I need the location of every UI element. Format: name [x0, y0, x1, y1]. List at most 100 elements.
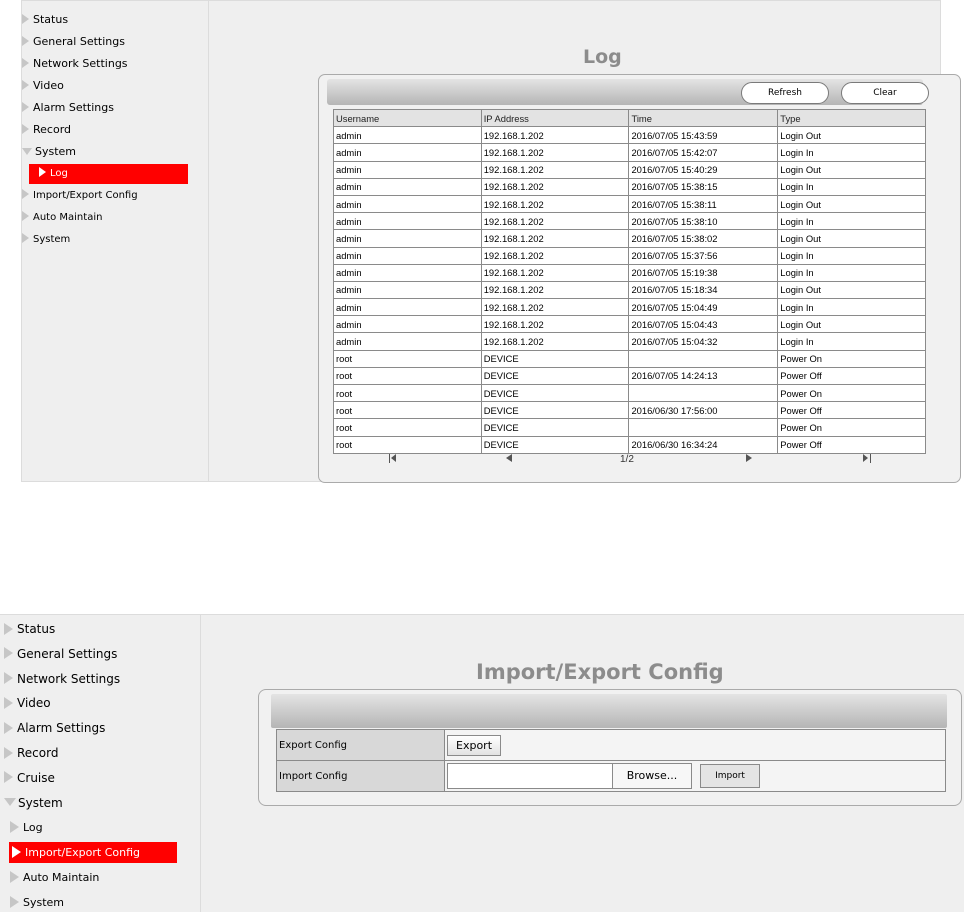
type-cell: Power Off: [777, 401, 926, 420]
triangle-right-icon: [22, 14, 29, 24]
table-row[interactable]: admin 192.168.1.202 2016/07/05 15:38:15 Log…: [333, 177, 926, 196]
table-row[interactable]: root DEVICE Power On: [333, 349, 926, 368]
sidebar-item-network-settings[interactable]: Network Settings: [4, 669, 120, 690]
table-row[interactable]: admin 192.168.1.202 2016/07/05 15:38:02 Log…: [333, 229, 926, 248]
username-cell: admin: [333, 229, 482, 248]
sidebar-item-label: Import/Export Config: [25, 846, 141, 860]
type-cell: Login Out: [777, 229, 926, 248]
username-cell: admin: [333, 315, 482, 334]
sidebar-item-status[interactable]: Status: [4, 619, 55, 640]
table-row[interactable]: root DEVICE 2016/06/30 17:56:00 Power Off: [333, 401, 926, 420]
sidebar-item-auto-maintain[interactable]: Auto Maintain: [22, 208, 102, 228]
table-row[interactable]: admin 192.168.1.202 2016/07/05 15:04:49 Log…: [333, 298, 926, 317]
sidebar-item-label: Video: [17, 696, 51, 711]
sidebar-item-system[interactable]: System: [22, 230, 70, 250]
type-cell: Power On: [777, 383, 926, 403]
ip-address-cell: DEVICE: [480, 435, 630, 454]
first-page-icon[interactable]: [389, 454, 397, 466]
sidebar-item-import-export-config[interactable]: Import/Export Config: [9, 842, 177, 864]
username-cell: admin: [333, 332, 482, 351]
sidebar-item-network-settings[interactable]: Network Settings: [22, 54, 128, 74]
import-button[interactable]: Import: [700, 764, 760, 788]
table-row[interactable]: admin 192.168.1.202 2016/07/05 15:38:11 Log…: [333, 194, 926, 214]
sidebar-item-record[interactable]: Record: [22, 120, 71, 140]
column-header-ip-address[interactable]: IP Address: [480, 108, 630, 128]
time-cell: [628, 383, 779, 403]
column-header-type[interactable]: Type: [777, 108, 926, 128]
page-title: Log: [583, 46, 622, 68]
username-cell: root: [333, 349, 482, 368]
table-row[interactable]: root DEVICE Power On: [333, 383, 926, 403]
sidebar-item-label: Record: [17, 746, 59, 760]
table-row[interactable]: admin 192.168.1.202 2016/07/05 15:43:59 Log…: [333, 126, 926, 145]
type-cell: Login Out: [777, 160, 926, 179]
ip-address-cell: 192.168.1.202: [480, 194, 630, 214]
export-button[interactable]: Export: [447, 734, 502, 756]
sidebar-item-alarm-settings[interactable]: Alarm Settings: [22, 98, 114, 118]
username-cell: root: [333, 366, 482, 386]
table-row[interactable]: root DEVICE 2016/07/05 14:24:13 Power Off: [333, 366, 926, 386]
sidebar-item-status[interactable]: Status: [22, 10, 68, 30]
type-cell: Login In: [777, 212, 926, 231]
ip-address-cell: 192.168.1.202: [480, 160, 630, 179]
sidebar-item-auto-maintain[interactable]: Auto Maintain: [10, 867, 99, 888]
triangle-right-icon: [10, 821, 19, 834]
type-cell: Login In: [777, 332, 926, 351]
log-toolbar: Refresh Clear: [327, 79, 929, 105]
sidebar-item-record[interactable]: Record: [4, 743, 58, 764]
sidebar-item-general-settings[interactable]: General Settings: [22, 32, 125, 52]
triangle-right-icon: [4, 771, 13, 784]
table-row[interactable]: admin 192.168.1.202 2016/07/05 15:42:07 Log…: [333, 143, 926, 162]
table-row[interactable]: root DEVICE 2016/06/30 16:34:24 Power Off: [333, 435, 926, 454]
clear-button[interactable]: Clear: [841, 82, 929, 104]
username-cell: root: [333, 418, 482, 437]
username-cell: admin: [333, 298, 482, 317]
type-cell: Power Off: [777, 435, 926, 454]
sidebar-item-general-settings[interactable]: General Settings: [4, 644, 117, 665]
triangle-right-icon: [4, 696, 13, 709]
sidebar-item-log[interactable]: Log: [10, 817, 43, 838]
type-cell: Login In: [777, 177, 926, 196]
time-cell: 2016/07/05 15:40:29: [628, 160, 779, 179]
browse-button[interactable]: Browse...: [612, 763, 692, 789]
sidebar-item-label: Auto Maintain: [23, 871, 100, 884]
last-page-icon[interactable]: [863, 454, 871, 466]
sidebar-item-import-export-config[interactable]: Import/Export Config: [22, 186, 138, 206]
time-cell: 2016/07/05 15:42:07: [628, 143, 779, 162]
ip-address-cell: 192.168.1.202: [480, 229, 630, 248]
type-cell: Power On: [777, 418, 926, 437]
column-header-username[interactable]: Username: [333, 108, 482, 128]
sidebar-item-system[interactable]: System: [22, 142, 76, 162]
sidebar-item-label: General Settings: [17, 646, 118, 661]
table-row[interactable]: admin 192.168.1.202 2016/07/05 15:18:34 Log…: [333, 280, 926, 300]
refresh-button[interactable]: Refresh: [741, 82, 829, 104]
type-cell: Login In: [777, 246, 926, 265]
table-row[interactable]: admin 192.168.1.202 2016/07/05 15:19:38 Log…: [333, 263, 926, 282]
triangle-right-icon: [22, 36, 29, 46]
next-page-icon[interactable]: [746, 454, 752, 465]
sidebar-item-video[interactable]: Video: [4, 693, 51, 714]
import-config-label: Import Config: [276, 760, 445, 792]
username-cell: admin: [333, 212, 482, 231]
sidebar-item-video[interactable]: Video: [22, 76, 64, 96]
table-row[interactable]: admin 192.168.1.202 2016/07/05 15:37:56 Log…: [333, 246, 926, 265]
ip-address-cell: DEVICE: [480, 418, 630, 437]
table-row[interactable]: admin 192.168.1.202 2016/07/05 15:40:29 Log…: [333, 160, 926, 179]
table-row[interactable]: admin 192.168.1.202 2016/07/05 15:04:32 Log…: [333, 332, 926, 351]
sidebar-item-system[interactable]: System: [4, 793, 63, 814]
sidebar-item-cruise[interactable]: Cruise: [4, 768, 55, 789]
username-cell: admin: [333, 143, 482, 162]
sidebar-item-system[interactable]: System: [10, 892, 64, 912]
table-row[interactable]: admin 192.168.1.202 2016/07/05 15:38:10 Log…: [333, 212, 926, 231]
prev-page-icon[interactable]: [506, 454, 512, 465]
sidebar-item-alarm-settings[interactable]: Alarm Settings: [4, 718, 105, 739]
table-row[interactable]: root DEVICE Power On: [333, 418, 926, 437]
column-header-time[interactable]: Time: [628, 108, 779, 128]
file-path-input[interactable]: [447, 763, 613, 789]
triangle-down-icon: [4, 798, 16, 807]
ip-address-cell: DEVICE: [480, 401, 630, 420]
type-cell: Login In: [777, 298, 926, 317]
sidebar-item-log[interactable]: Log: [29, 164, 188, 184]
table-row[interactable]: admin 192.168.1.202 2016/07/05 15:04:43 Log…: [333, 315, 926, 334]
import-cell: Browse... Import: [444, 760, 946, 792]
